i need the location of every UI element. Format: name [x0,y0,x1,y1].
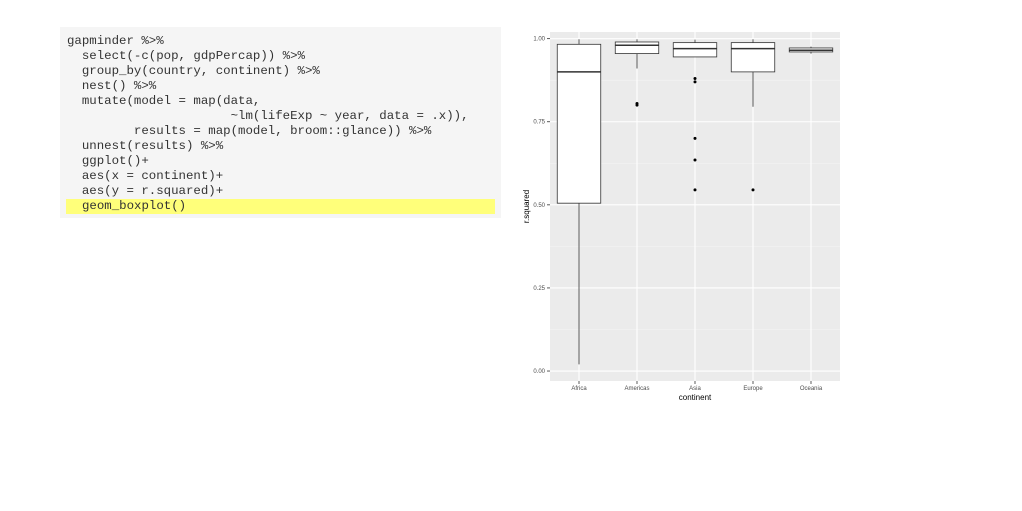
code-line: aes(x = continent)+ [67,169,224,183]
chart-svg: 0.00 0.25 0.50 0.75 1.00 Africa Americas Asia Eu… [522,32,840,402]
code-line: ggplot()+ [67,154,149,168]
y-tick-label: 0.75 [533,120,545,126]
code-line: results = map(model, broom::glance)) %>% [67,124,432,138]
code-panel: gapminder %>% select(-c(pop, gdpPercap))… [60,27,501,218]
box-europe [730,42,776,73]
x-tick-label: Europe [743,386,763,392]
code-line: select(-c(pop, gdpPercap)) %>% [67,49,305,63]
outlier-point [635,101,639,105]
outlier-point [693,77,697,81]
outlier-point [751,188,755,192]
outlier-point [693,158,697,162]
x-tick-label: Africa [571,386,587,392]
x-axis-title: continent [679,393,712,402]
y-tick-label: 0.50 [533,203,545,209]
box-americas [614,41,660,55]
code-line: mutate(model = map(data, [67,94,261,108]
box-asia [672,42,718,58]
x-tick-label: Americas [624,386,649,392]
outlier-point [693,188,697,192]
boxplot-chart: 0.00 0.25 0.50 0.75 1.00 Africa Americas Asia Eu… [520,30,850,415]
x-tick-label: Asia [689,386,701,392]
outlier-point [693,80,697,84]
y-tick-label: 0.25 [533,286,545,292]
code-line: ~lm(lifeExp ~ year, data = .x)), [67,109,469,123]
x-tick-label: Oceania [800,386,823,392]
y-axis-title: r.squared [522,190,531,223]
y-tick-label: 1.00 [533,37,545,43]
outlier-point [693,136,697,140]
code-line: group_by(country, continent) %>% [67,64,320,78]
code-line: gapminder %>% [67,34,164,48]
code-line: aes(y = r.squared)+ [67,184,224,198]
code-line: nest() %>% [67,79,157,93]
y-tick-label: 0.00 [533,369,545,375]
code-line-highlighted: geom_boxplot() [66,199,495,214]
box-africa [556,43,602,204]
code-line: unnest(results) %>% [67,139,224,153]
